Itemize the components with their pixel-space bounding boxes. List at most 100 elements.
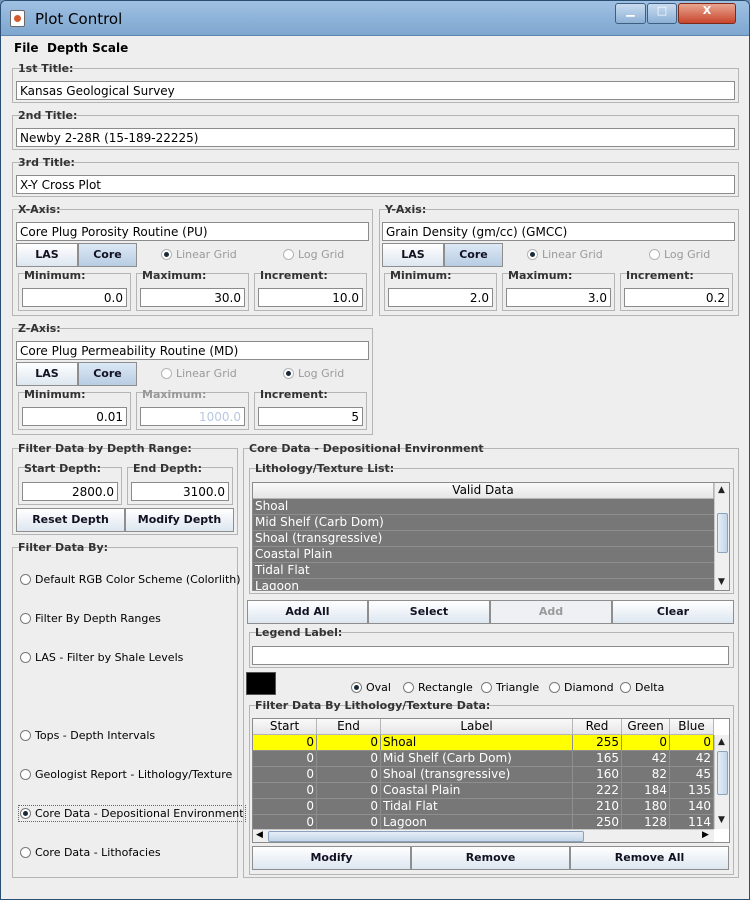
scroll-left-icon[interactable]: ◀ bbox=[256, 830, 263, 840]
cell-label[interactable]: Shoal bbox=[381, 735, 573, 751]
shape-delta-radio[interactable]: Delta bbox=[620, 681, 664, 694]
table-row[interactable]: 0 0 Shoal (transgressive) 160 82 45 bbox=[253, 767, 714, 783]
legend-label-field[interactable] bbox=[252, 646, 729, 665]
cell-red[interactable]: 222 bbox=[573, 783, 622, 799]
shape-oval-radio[interactable]: Oval bbox=[351, 681, 391, 694]
scroll-thumb[interactable] bbox=[717, 513, 728, 553]
third-title-field[interactable]: X-Y Cross Plot bbox=[16, 175, 735, 194]
table-horizontal-scrollbar[interactable]: ◀ ▶ bbox=[253, 829, 714, 842]
table-row[interactable]: 0 0 Tidal Flat 210 180 140 bbox=[253, 799, 714, 815]
valid-data-list[interactable]: Valid Data Shoal Mid Shelf (Carb Dom) Sh… bbox=[252, 482, 730, 591]
cell-green[interactable]: 0 bbox=[622, 735, 670, 751]
scroll-thumb[interactable] bbox=[268, 831, 584, 842]
shape-triangle-radio[interactable]: Triangle bbox=[481, 681, 539, 694]
cell-end[interactable]: 0 bbox=[317, 799, 381, 815]
cell-label[interactable]: Shoal (transgressive) bbox=[381, 767, 573, 783]
scroll-thumb[interactable] bbox=[717, 751, 728, 795]
cell-end[interactable]: 0 bbox=[317, 783, 381, 799]
filter-option-geologist-report[interactable]: Geologist Report - Lithology/Texture bbox=[20, 768, 232, 781]
z-axis-inc-field[interactable]: 5 bbox=[258, 407, 363, 426]
x-axis-core-button[interactable]: Core bbox=[78, 243, 137, 267]
filter-option-tops[interactable]: Tops - Depth Intervals bbox=[20, 729, 155, 742]
y-axis-min-field[interactable]: 2.0 bbox=[388, 288, 493, 307]
cell-start[interactable]: 0 bbox=[253, 735, 317, 751]
list-item[interactable]: Tidal Flat bbox=[253, 563, 714, 579]
cell-red[interactable]: 255 bbox=[573, 735, 622, 751]
valid-data-header[interactable]: Valid Data bbox=[253, 483, 714, 499]
maximize-button[interactable]: □ bbox=[647, 3, 677, 24]
scroll-down-icon[interactable]: ▼ bbox=[718, 815, 725, 825]
cell-start[interactable]: 0 bbox=[253, 767, 317, 783]
table-row[interactable]: 0 0 Coastal Plain 222 184 135 bbox=[253, 783, 714, 799]
add-all-button[interactable]: Add All bbox=[247, 600, 368, 624]
first-title-field[interactable]: Kansas Geological Survey bbox=[16, 81, 735, 100]
minimize-button[interactable]: ▁ bbox=[615, 3, 646, 24]
list-item[interactable]: Shoal (transgressive) bbox=[253, 531, 714, 547]
column-header-end[interactable]: End bbox=[317, 719, 381, 735]
x-axis-inc-field[interactable]: 10.0 bbox=[258, 288, 363, 307]
y-axis-linear-grid-radio[interactable]: Linear Grid bbox=[527, 248, 603, 261]
column-header-start[interactable]: Start bbox=[253, 719, 317, 735]
y-axis-inc-field[interactable]: 0.2 bbox=[624, 288, 729, 307]
cell-blue[interactable]: 0 bbox=[670, 735, 714, 751]
filter-option-colorlith[interactable]: Default RGB Color Scheme (Colorlith) bbox=[20, 573, 241, 586]
cell-blue[interactable]: 140 bbox=[670, 799, 714, 815]
x-axis-log-grid-radio[interactable]: Log Grid bbox=[283, 248, 344, 261]
shape-rectangle-radio[interactable]: Rectangle bbox=[403, 681, 473, 694]
add-button[interactable]: Add bbox=[490, 600, 612, 624]
cell-start[interactable]: 0 bbox=[253, 799, 317, 815]
column-header-green[interactable]: Green bbox=[622, 719, 670, 735]
cell-label[interactable]: Mid Shelf (Carb Dom) bbox=[381, 751, 573, 767]
y-axis-max-field[interactable]: 3.0 bbox=[506, 288, 611, 307]
scroll-right-icon[interactable]: ▶ bbox=[702, 830, 709, 840]
clear-button[interactable]: Clear bbox=[612, 600, 734, 624]
cell-green[interactable]: 42 bbox=[622, 751, 670, 767]
cell-red[interactable]: 210 bbox=[573, 799, 622, 815]
end-depth-field[interactable]: 3100.0 bbox=[131, 482, 229, 501]
shape-diamond-radio[interactable]: Diamond bbox=[549, 681, 614, 694]
cell-green[interactable]: 180 bbox=[622, 799, 670, 815]
second-title-field[interactable]: Newby 2-28R (15-189-22225) bbox=[16, 128, 735, 147]
y-axis-variable-field[interactable]: Grain Density (gm/cc) (GMCC) bbox=[382, 222, 735, 241]
x-axis-linear-grid-radio[interactable]: Linear Grid bbox=[161, 248, 237, 261]
start-depth-field[interactable]: 2800.0 bbox=[22, 482, 118, 501]
remove-all-button[interactable]: Remove All bbox=[570, 846, 729, 870]
cell-blue[interactable]: 135 bbox=[670, 783, 714, 799]
list-scrollbar[interactable]: ▲ ▼ bbox=[714, 483, 729, 590]
cell-red[interactable]: 165 bbox=[573, 751, 622, 767]
cell-start[interactable]: 0 bbox=[253, 783, 317, 799]
table-row-selected[interactable]: 0 0 Shoal 255 0 0 bbox=[253, 735, 714, 751]
y-axis-log-grid-radio[interactable]: Log Grid bbox=[649, 248, 710, 261]
z-axis-max-field[interactable]: 1000.0 bbox=[140, 407, 245, 426]
z-axis-linear-grid-radio[interactable]: Linear Grid bbox=[161, 367, 237, 380]
menu-file[interactable]: File bbox=[14, 41, 39, 55]
x-axis-las-button[interactable]: LAS bbox=[16, 243, 78, 267]
cell-end[interactable]: 0 bbox=[317, 735, 381, 751]
column-header-blue[interactable]: Blue bbox=[670, 719, 714, 735]
cell-label[interactable]: Coastal Plain bbox=[381, 783, 573, 799]
modify-button[interactable]: Modify bbox=[252, 846, 411, 870]
scroll-down-icon[interactable]: ▼ bbox=[718, 577, 725, 587]
cell-end[interactable]: 0 bbox=[317, 767, 381, 783]
filter-option-depositional-environment[interactable]: Core Data - Depositional Environment bbox=[18, 805, 246, 822]
filter-option-lithofacies[interactable]: Core Data - Lithofacies bbox=[20, 846, 161, 859]
filter-option-depth-ranges[interactable]: Filter By Depth Ranges bbox=[20, 612, 161, 625]
scroll-up-icon[interactable]: ▲ bbox=[718, 737, 725, 747]
cell-red[interactable]: 160 bbox=[573, 767, 622, 783]
column-header-label[interactable]: Label bbox=[381, 719, 573, 735]
z-axis-core-button[interactable]: Core bbox=[78, 362, 137, 386]
table-row[interactable]: 0 0 Mid Shelf (Carb Dom) 165 42 42 bbox=[253, 751, 714, 767]
cell-blue[interactable]: 45 bbox=[670, 767, 714, 783]
menu-depth-scale[interactable]: Depth Scale bbox=[47, 41, 128, 55]
lithology-table[interactable]: Start End Label Red Green Blue 0 0 Shoal… bbox=[252, 718, 730, 843]
list-item[interactable]: Coastal Plain bbox=[253, 547, 714, 563]
list-item[interactable]: Lagoon bbox=[253, 579, 714, 590]
z-axis-las-button[interactable]: LAS bbox=[16, 362, 78, 386]
y-axis-las-button[interactable]: LAS bbox=[382, 243, 444, 267]
cell-label[interactable]: Tidal Flat bbox=[381, 799, 573, 815]
column-header-red[interactable]: Red bbox=[573, 719, 622, 735]
cell-start[interactable]: 0 bbox=[253, 751, 317, 767]
cell-green[interactable]: 82 bbox=[622, 767, 670, 783]
title-bar[interactable]: Plot Control ▁ □ X bbox=[1, 1, 749, 36]
color-swatch[interactable] bbox=[246, 672, 276, 695]
